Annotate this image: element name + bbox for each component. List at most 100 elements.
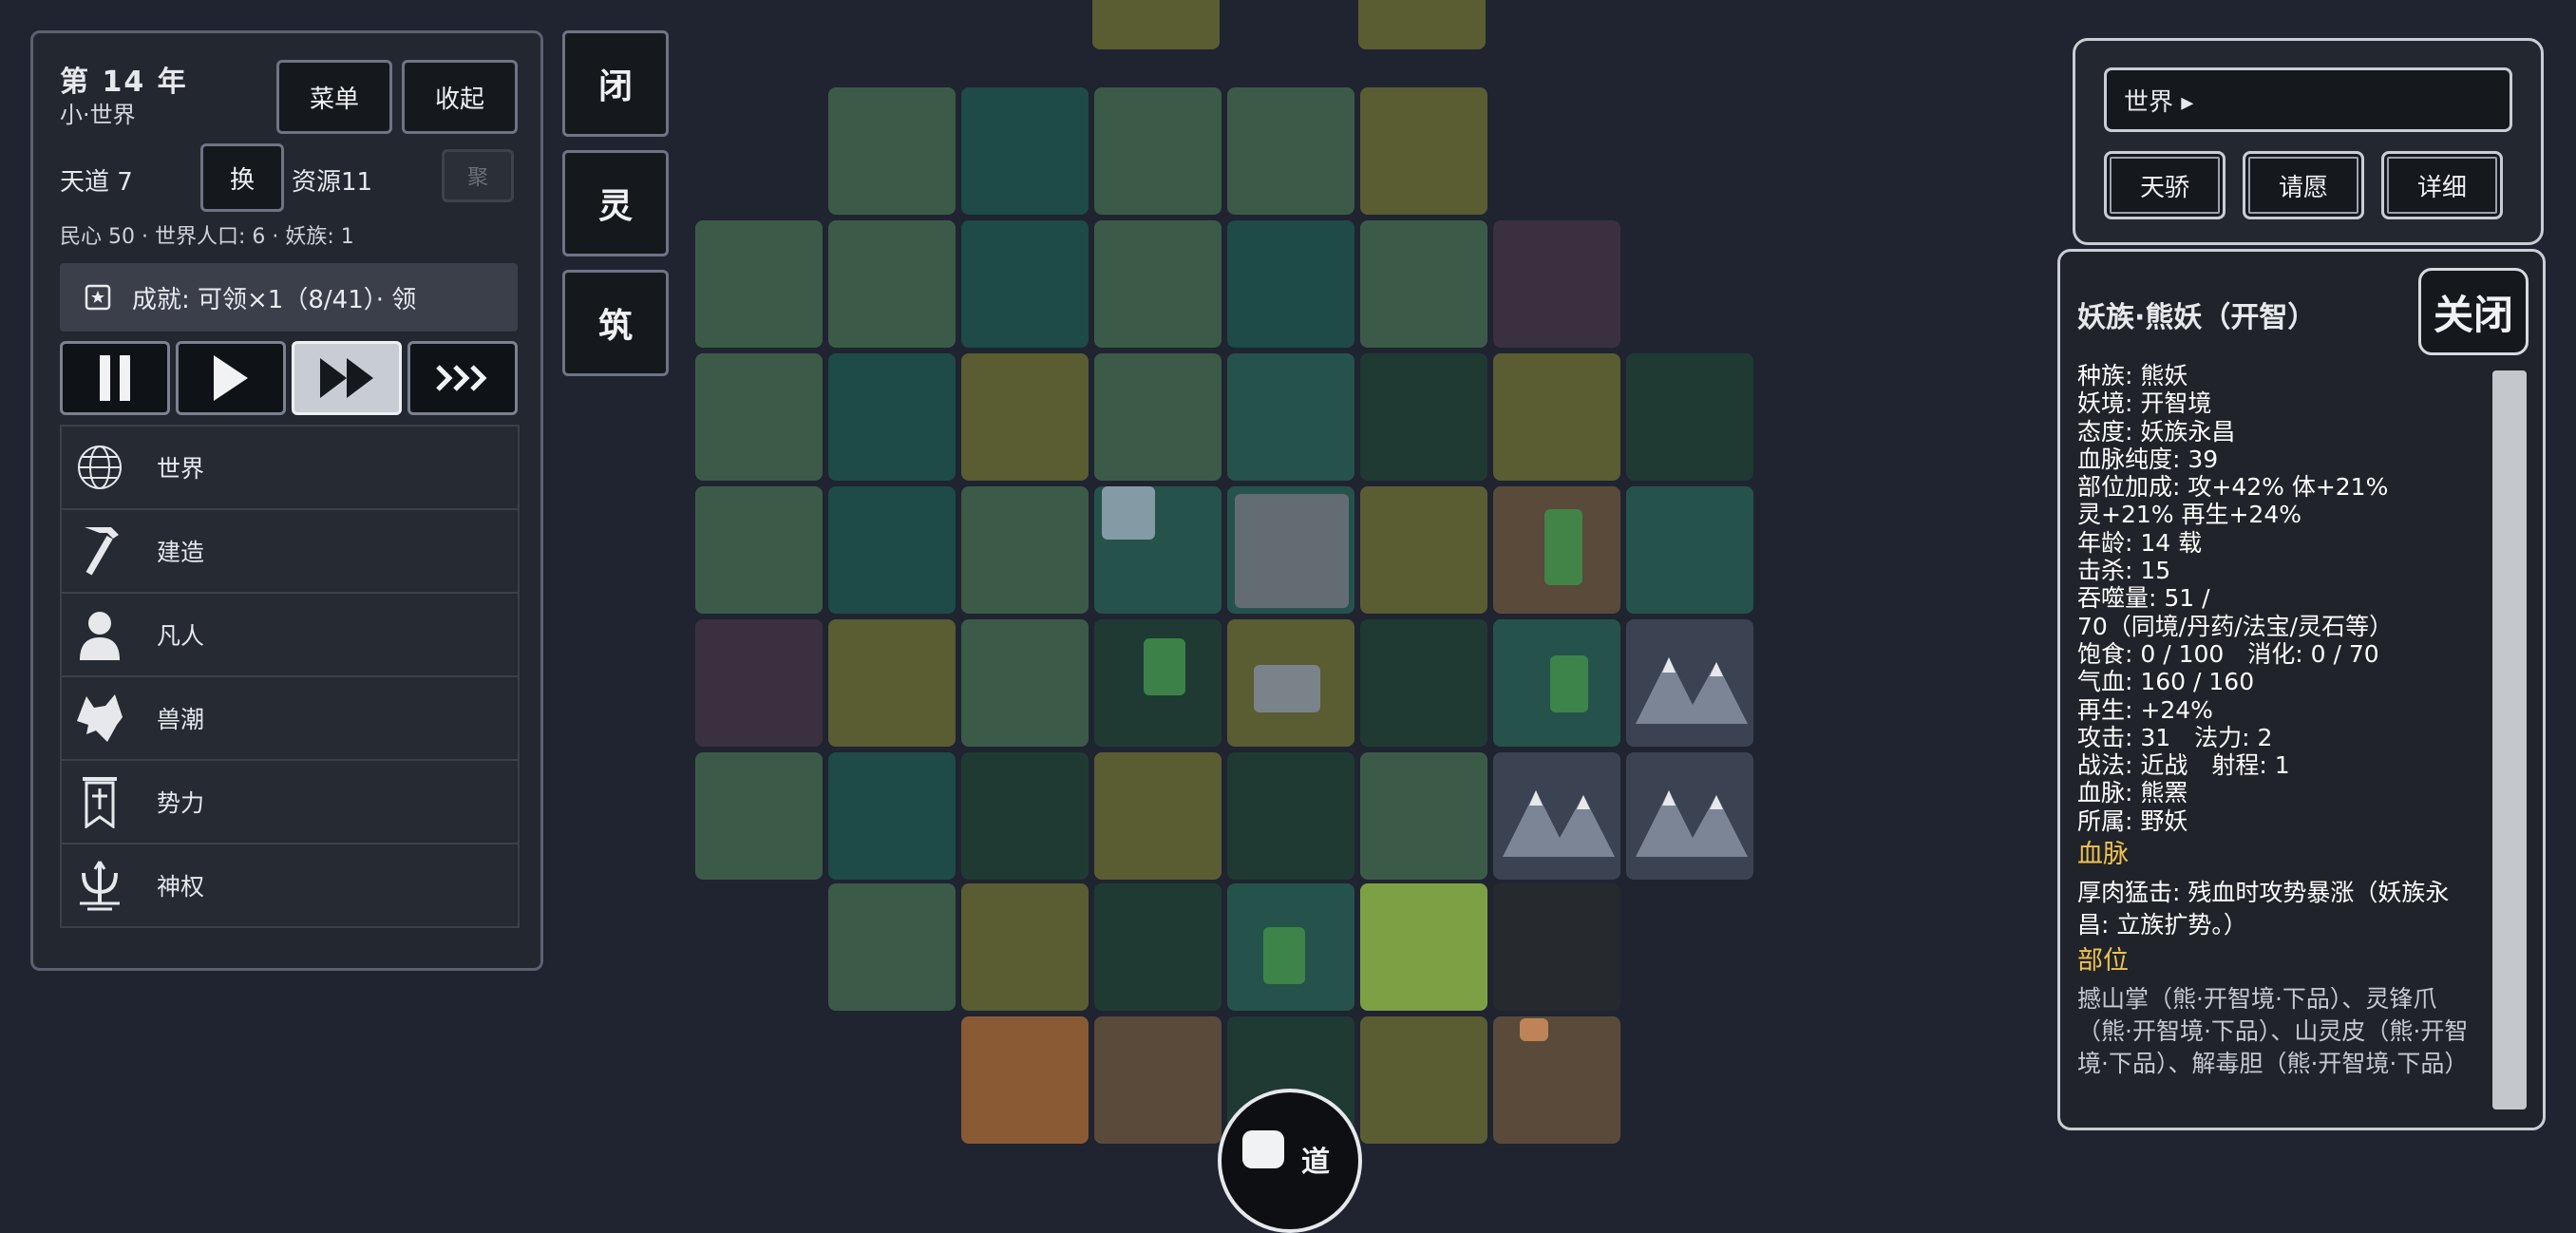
map-tile[interactable] (1626, 486, 1753, 614)
map-tile[interactable] (1227, 87, 1354, 215)
collapse-button[interactable]: 收起 (402, 60, 518, 134)
info-line: 年龄: 14 载 (2077, 528, 2203, 557)
map-tile[interactable] (1094, 353, 1222, 481)
menu-button[interactable]: 菜单 (276, 60, 392, 134)
menu-item-divine[interactable]: 神权 (60, 843, 520, 928)
info-line: 饱食: 0 / 100 消化: 0 / 70 (2077, 639, 2379, 668)
map-tile[interactable] (828, 220, 956, 348)
pause-button[interactable] (60, 341, 170, 415)
map-tile[interactable] (1360, 883, 1487, 1011)
map-tile[interactable] (1360, 752, 1487, 880)
map-tile[interactable] (961, 883, 1089, 1011)
map-tile[interactable] (1227, 752, 1354, 880)
side-button-spirit[interactable]: 灵 (562, 150, 669, 256)
info-line: 妖境: 开智境 (2077, 389, 2212, 418)
achievement-bar[interactable]: 成就: 可领×1（8/41）· 领 (60, 263, 518, 332)
map-tile[interactable] (961, 752, 1089, 880)
map-tile[interactable] (961, 220, 1089, 348)
map-tile[interactable] (1227, 353, 1354, 481)
map-tile[interactable] (828, 752, 956, 880)
map-tile[interactable] (961, 486, 1089, 614)
map-tile[interactable] (1493, 220, 1620, 348)
map-tile[interactable] (961, 619, 1089, 747)
map-tile[interactable] (1493, 883, 1620, 1011)
map-tile[interactable] (961, 353, 1089, 481)
menu-item-world[interactable]: 世界 (60, 425, 520, 508)
info-line: 灵+21% 再生+24% (2077, 501, 2301, 529)
map-tile[interactable] (695, 220, 823, 348)
map-tile[interactable] (1360, 353, 1487, 481)
info-line: 再生: +24% (2077, 695, 2213, 724)
map-tile[interactable] (961, 1016, 1089, 1144)
parts-heading: 部位 (2077, 946, 2129, 977)
menu-item-factions[interactable]: 势力 (60, 759, 520, 843)
detail-scrollbar[interactable] (2492, 370, 2527, 1110)
map-tile[interactable] (1360, 87, 1487, 215)
map-tile[interactable] (828, 87, 956, 215)
info-line: 部位加成: 攻+42% 体+21% (2077, 473, 2389, 502)
year-label: 第 14 年 (60, 66, 188, 99)
map-tile[interactable] (695, 353, 823, 481)
status-panel: 第 14 年 小·世界 菜单 收起 天道 7 换 资源11 聚 民心 50 · … (30, 30, 543, 971)
map-tile[interactable] (1094, 1016, 1222, 1144)
person-icon (80, 612, 120, 660)
mountain-icon (1636, 657, 1748, 724)
map-tile[interactable] (828, 486, 956, 614)
heroes-button[interactable]: 天骄 (2104, 151, 2226, 219)
map-tile[interactable] (1360, 486, 1487, 614)
map-tile[interactable] (695, 752, 823, 880)
map-tile[interactable] (961, 87, 1089, 215)
map-tile[interactable] (1493, 1016, 1620, 1144)
map-tile[interactable] (695, 486, 823, 614)
map-tile[interactable] (1227, 220, 1354, 348)
info-line: 气血: 160 / 160 (2077, 668, 2255, 696)
petition-button[interactable]: 请愿 (2243, 151, 2364, 219)
map-tile[interactable] (1094, 752, 1222, 880)
map-tile[interactable] (1493, 353, 1620, 481)
world-stats: 民心 50 · 世界人口: 6 · 妖族: 1 (60, 225, 354, 249)
map-tile[interactable] (828, 883, 956, 1011)
map-tile[interactable] (1092, 0, 1220, 49)
unit-info: 种族: 熊妖 妖境: 开智境 态度: 妖族永昌 血脉纯度: 39 部位加成: 攻… (2077, 362, 2476, 1080)
close-button[interactable]: 关闭 (2418, 268, 2529, 355)
details-button[interactable]: 详细 (2381, 151, 2503, 219)
play-button[interactable] (176, 341, 286, 415)
fast-forward-button[interactable] (292, 341, 402, 415)
menu-label-divine: 神权 (157, 873, 205, 901)
info-line: 种族: 熊妖 (2077, 362, 2188, 389)
map-tile[interactable] (1626, 353, 1753, 481)
tree-sprite (1544, 509, 1582, 585)
tiandao-level: 天道 7 (60, 168, 133, 197)
tree-sprite (1550, 655, 1588, 712)
map-tile[interactable] (1094, 883, 1222, 1011)
map-tile[interactable] (1360, 1016, 1487, 1144)
map-tile[interactable] (1360, 619, 1487, 747)
map-tile[interactable] (1094, 220, 1222, 348)
world-panel: 世界 ▸ 天骄 请愿 详细 (2073, 38, 2544, 245)
world-name: 小·世界 (60, 102, 136, 128)
map-tile[interactable] (828, 619, 956, 747)
swap-button[interactable]: 换 (200, 143, 284, 212)
map-tile[interactable] (1094, 87, 1222, 215)
map-tile[interactable] (1360, 220, 1487, 348)
world-selector[interactable]: 世界 ▸ (2104, 67, 2512, 132)
gather-button[interactable]: 聚 (442, 149, 514, 202)
map-tile[interactable] (695, 619, 823, 747)
side-button-build[interactable]: 筑 (562, 270, 669, 376)
map-tile[interactable] (828, 353, 956, 481)
pause-icon (100, 355, 130, 401)
tree-sprite (1144, 638, 1185, 695)
map-tile[interactable] (1358, 0, 1486, 49)
menu-item-build[interactable]: 建造 (60, 508, 520, 592)
fastest-icon (436, 365, 487, 391)
menu-item-beast-tide[interactable]: 兽潮 (60, 675, 520, 759)
menu-item-mortals[interactable]: 凡人 (60, 592, 520, 675)
menu-label-factions: 势力 (157, 789, 205, 817)
hammer-icon (85, 527, 119, 576)
unit-title: 妖族·熊妖（开智） (2077, 301, 2317, 334)
info-line: 血脉: 熊罴 (2077, 779, 2188, 807)
mountain-icon (1503, 790, 1615, 857)
side-button-seclude[interactable]: 闭 (562, 30, 669, 137)
fastest-button[interactable] (407, 341, 518, 415)
dao-button[interactable]: 道 (1218, 1089, 1362, 1233)
